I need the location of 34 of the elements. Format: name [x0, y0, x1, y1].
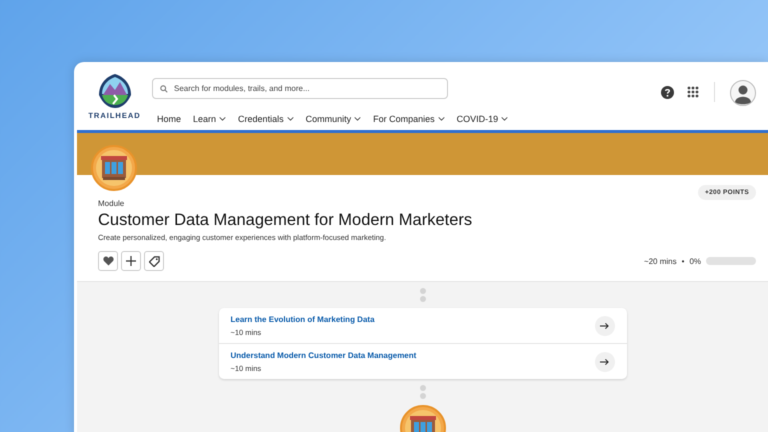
arrow-right-icon	[600, 358, 609, 366]
nav-link[interactable]: Home	[152, 112, 186, 126]
go-button[interactable]	[594, 316, 614, 336]
mountain-logo-icon[interactable]	[96, 73, 132, 109]
favorite-button[interactable]	[98, 251, 118, 271]
avatar-icon[interactable]	[730, 80, 756, 106]
search-field[interactable]: Search for modules, trails, and more...	[152, 78, 448, 99]
arrow-right-icon	[600, 322, 609, 330]
nav-link[interactable]: COVID-19	[452, 112, 514, 126]
separator-dot: •	[682, 256, 684, 266]
content-type-label: Module	[98, 199, 126, 208]
nav-link[interactable]: For Companies	[368, 112, 450, 126]
add-button[interactable]	[121, 251, 141, 271]
chevron-down-icon	[286, 117, 294, 121]
percent-complete: 0%	[689, 256, 701, 266]
help-icon[interactable]	[661, 86, 674, 99]
unit-link[interactable]: Learn the Evolution of Marketing Data	[230, 315, 594, 324]
unit-link[interactable]: Understand Modern Customer Data Management	[230, 351, 594, 360]
tag-button[interactable]	[144, 251, 164, 271]
duration-text: ~20 mins	[644, 256, 677, 266]
chevron-down-icon	[501, 117, 508, 121]
chevron-down-icon	[438, 117, 445, 121]
chevron-down-icon	[219, 117, 226, 121]
apps-grid-icon[interactable]	[687, 86, 699, 98]
chevron-down-icon	[354, 117, 362, 121]
badge-icon	[91, 145, 137, 191]
nav-link[interactable]: Learn	[188, 112, 232, 126]
heart-icon	[102, 256, 114, 266]
go-button[interactable]	[594, 352, 614, 372]
module-title: Customer Data Management for Modern Marketers	[98, 211, 474, 230]
tag-icon	[148, 256, 160, 266]
nav-link[interactable]: Credentials	[233, 112, 299, 126]
nav-link[interactable]: Community	[300, 112, 366, 126]
plus-icon	[126, 256, 136, 266]
